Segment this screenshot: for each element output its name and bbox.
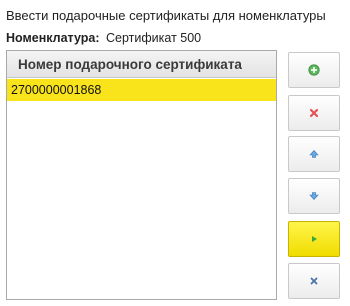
nomenclature-value: Сертификат 500: [106, 31, 202, 45]
certificates-table[interactable]: Номер подарочного сертификата 2700000001…: [6, 50, 277, 300]
nomenclature-label: Номенклатура:: [6, 31, 100, 45]
plus-circle-icon: [308, 64, 320, 76]
add-button[interactable]: [288, 52, 340, 88]
close-x-icon: [310, 277, 318, 285]
close-button[interactable]: [288, 263, 340, 299]
arrow-up-icon: [309, 150, 319, 158]
play-triangle-icon: [312, 236, 317, 242]
move-up-button[interactable]: [288, 136, 340, 172]
confirm-button[interactable]: [288, 221, 340, 257]
arrow-down-icon: [309, 192, 319, 200]
nomenclature-row: Номенклатура: Сертификат 500: [6, 31, 201, 45]
table-row[interactable]: 2700000001868: [7, 79, 276, 101]
cross-icon: [309, 108, 319, 118]
delete-button[interactable]: [288, 95, 340, 131]
column-header-certificate-number[interactable]: Номер подарочного сертификата: [7, 51, 276, 78]
form-title: Ввести подарочные сертификаты для номенк…: [6, 8, 326, 23]
move-down-button[interactable]: [288, 178, 340, 214]
